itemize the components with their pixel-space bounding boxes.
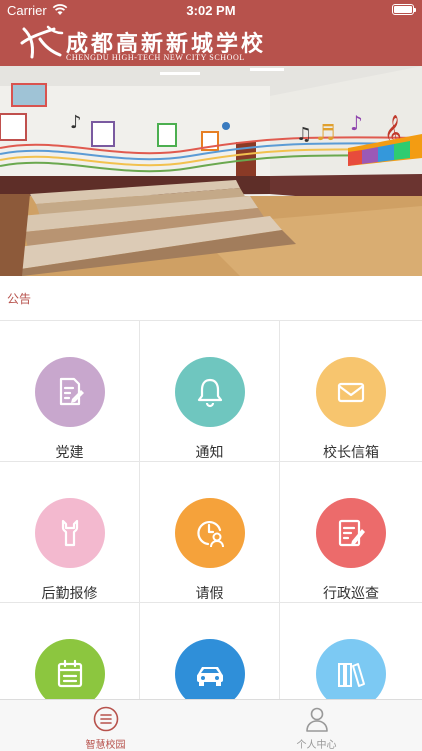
svg-text:♪: ♪ [70, 112, 82, 133]
grid-item-notifications[interactable]: 通知 [140, 321, 280, 462]
svg-text:♫: ♫ [296, 124, 312, 145]
banner-image[interactable]: ♪ ♫ ♬ ♪ 𝄞 [0, 66, 422, 276]
grid-icon-circle [35, 639, 105, 699]
grid-item-label: 行政巡查 [323, 586, 379, 602]
grid-item-label: 校长信箱 [323, 445, 379, 461]
calendar-icon [57, 659, 83, 688]
svg-text:♪: ♪ [350, 111, 363, 135]
tab-bar: 智慧校园 个人中心 [0, 699, 422, 751]
grid-item-vehicle[interactable] [140, 603, 280, 699]
notice-bar[interactable]: 公告 [0, 276, 422, 321]
envelope-icon [337, 382, 365, 403]
grid-item-label: 后勤报修 [41, 586, 98, 602]
books-icon [338, 663, 365, 687]
clock-person-icon [197, 521, 224, 548]
document-edit-icon [59, 377, 84, 406]
notice-label: 公告 [7, 292, 32, 306]
feature-grid: 党建 通知 校长信箱 后勤报修 请假 行政巡查 [0, 321, 422, 699]
grid-item-repair[interactable]: 后勤报修 [0, 462, 140, 603]
grid-item-leave[interactable]: 请假 [140, 462, 280, 603]
grid-item-principal-mailbox[interactable]: 校长信箱 [280, 321, 422, 462]
grid-icon-circle [316, 639, 386, 699]
tab-personal-center[interactable]: 个人中心 [211, 700, 422, 751]
battery-icon [392, 4, 416, 15]
grid-icon-circle [35, 357, 105, 427]
status-bar: Carrier 3:02 PM [0, 0, 422, 20]
grid-item-party-building[interactable]: 党建 [0, 321, 140, 462]
grid-item-label: 通知 [195, 445, 224, 461]
grid-icon-circle [316, 357, 386, 427]
grid-item-label: 党建 [55, 445, 84, 461]
grid-item-calendar[interactable] [0, 603, 140, 699]
grid-icon-circle [35, 498, 105, 568]
tab-smart-campus[interactable]: 智慧校园 [0, 700, 211, 751]
tab-label: 个人中心 [296, 740, 337, 751]
grid-icon-circle [175, 357, 245, 427]
music-room-photo: ♪ ♫ ♬ ♪ 𝄞 [0, 66, 422, 276]
clipboard-edit-icon [338, 519, 365, 547]
list-circle-icon [93, 706, 119, 732]
grid-item-library[interactable] [280, 603, 422, 699]
bell-icon [197, 378, 223, 408]
grid-icon-circle [175, 498, 245, 568]
status-time: 3:02 PM [186, 3, 236, 18]
tab-label: 智慧校园 [85, 740, 126, 751]
grid-icon-circle [316, 498, 386, 568]
school-name-en: CHENGDU HIGH-TECH NEW CITY SCHOOL [66, 53, 245, 62]
svg-text:♬: ♬ [316, 121, 336, 146]
app-header: 成都高新新城学校 CHENGDU HIGH-TECH NEW CITY SCHO… [0, 20, 422, 66]
grid-item-label: 请假 [195, 586, 224, 602]
person-icon [306, 707, 328, 732]
grid-icon-circle [175, 639, 245, 699]
car-icon [197, 667, 223, 686]
school-logo-icon [20, 25, 64, 59]
grid-item-admin-inspection[interactable]: 行政巡查 [280, 462, 422, 603]
wrench-icon [61, 519, 79, 547]
